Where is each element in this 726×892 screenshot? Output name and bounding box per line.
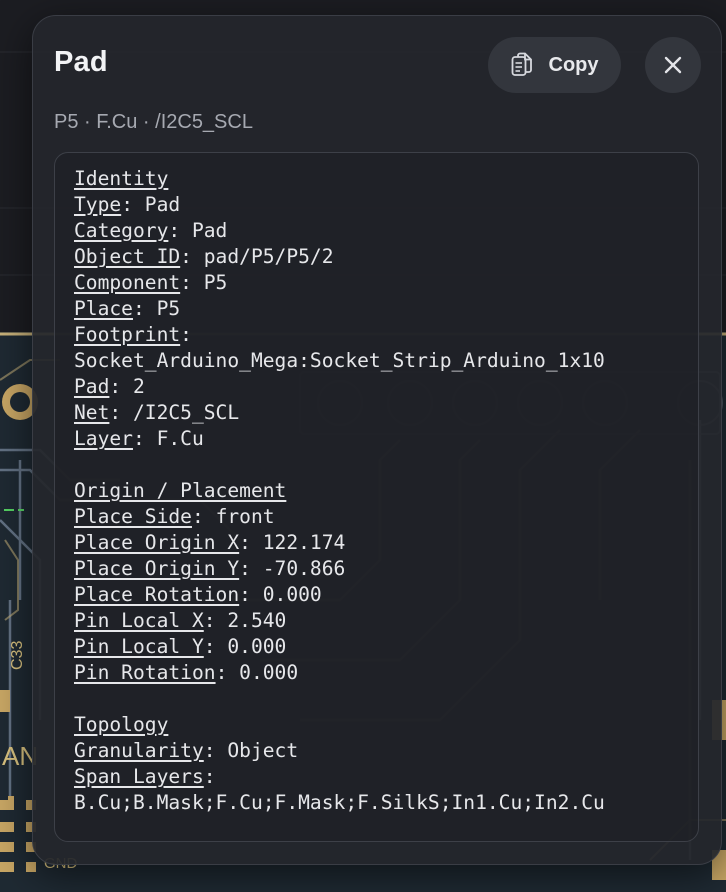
property-row: Pad: 2 (74, 374, 605, 400)
property-key: Span Layers (74, 765, 204, 788)
property-separator: : (168, 219, 192, 242)
property-row: Place Side: front (74, 504, 605, 530)
property-row: Object ID: pad/P5/P5/2 (74, 244, 605, 270)
property-row: Pin Local X: 2.540 (74, 608, 605, 634)
property-key: Place Origin X (74, 531, 240, 554)
property-row: Net: /I2C5_SCL (74, 400, 605, 426)
copy-label: Copy (548, 53, 599, 76)
property-separator: : (203, 609, 228, 632)
property-key: Category (74, 219, 169, 242)
property-key: Place (74, 297, 133, 320)
property-row: Place Rotation: 0.000 (74, 582, 605, 608)
property-row: Footprint: (74, 322, 605, 348)
property-separator: : (132, 427, 157, 450)
property-key: Type (74, 193, 122, 216)
property-value: B.Cu;B.Mask;F.Cu;F.Mask;F.SilkS;In1.Cu;I… (74, 791, 605, 814)
property-value: 0.000 (227, 635, 287, 658)
property-row: Category: Pad (74, 218, 605, 244)
property-separator: : (203, 739, 228, 762)
property-separator: : (239, 557, 263, 580)
property-value: Socket_Arduino_Mega:Socket_Strip_Arduino… (74, 349, 605, 372)
section-heading-row: Identity (74, 166, 605, 192)
property-row: Component: P5 (74, 270, 605, 296)
section-heading: Topology (74, 713, 169, 736)
close-icon (664, 56, 682, 74)
property-key: Place Rotation (74, 583, 240, 606)
property-row-continued: B.Cu;B.Mask;F.Cu;F.Mask;F.SilkS;In1.Cu;I… (74, 790, 605, 816)
property-separator: : (180, 271, 204, 294)
property-separator: : (180, 245, 204, 268)
copy-button[interactable]: Copy (488, 37, 621, 93)
property-key: Pin Local Y (74, 635, 204, 658)
property-row: Pin Local Y: 0.000 (74, 634, 605, 660)
panel-title: Pad (54, 46, 108, 78)
silk-label-c33: C33 (9, 641, 26, 670)
property-separator: : (132, 297, 157, 320)
property-value: P5 (156, 297, 181, 320)
property-key: Pin Rotation (74, 661, 216, 684)
property-separator: : (239, 531, 263, 554)
property-value: Pad (191, 219, 228, 242)
pad-inspector-panel: Pad Copy P5 · F.Cu · /I2C5_SCL Identity T… (32, 15, 722, 865)
property-row: Granularity: Object (74, 738, 605, 764)
property-separator: : (203, 765, 216, 788)
property-value: 2 (132, 375, 145, 398)
property-value: front (215, 505, 275, 528)
property-key: Place Origin Y (74, 557, 240, 580)
property-value: 122.174 (262, 531, 346, 554)
properties-box: Identity Type: Pad Category: Pad Object ID:… (54, 152, 699, 842)
property-row: Place: P5 (74, 296, 605, 322)
property-separator: : (121, 193, 145, 216)
section-heading-row: Origin / Placement (74, 478, 605, 504)
property-value: 0.000 (239, 661, 299, 684)
property-key: Layer (74, 427, 133, 450)
property-value: F.Cu (156, 427, 204, 450)
property-value: Object (227, 739, 299, 762)
property-separator: : (109, 401, 133, 424)
property-key: Footprint (74, 323, 181, 346)
property-value: 2.540 (227, 609, 287, 632)
property-row: Span Layers: (74, 764, 605, 790)
copy-icon (511, 52, 532, 76)
property-value: Pad (144, 193, 181, 216)
property-row: Pin Rotation: 0.000 (74, 660, 605, 686)
property-key: Net (74, 401, 110, 424)
properties-list: Identity Type: Pad Category: Pad Object ID:… (74, 166, 605, 816)
property-separator: : (239, 583, 263, 606)
property-separator: : (109, 375, 133, 398)
property-value: -70.866 (262, 557, 346, 580)
property-key: Object ID (74, 245, 181, 268)
property-separator: : (215, 661, 240, 684)
property-row: Place Origin Y: -70.866 (74, 556, 605, 582)
property-key: Pad (74, 375, 110, 398)
section-heading-row: Topology (74, 712, 605, 738)
property-key: Pin Local X (74, 609, 204, 632)
property-row: Place Origin X: 122.174 (74, 530, 605, 556)
property-row: Type: Pad (74, 192, 605, 218)
property-value: 0.000 (262, 583, 322, 606)
property-separator: : (180, 323, 192, 346)
property-row-continued: Socket_Arduino_Mega:Socket_Strip_Arduino… (74, 348, 605, 374)
panel-subtitle: P5 · F.Cu · /I2C5_SCL (54, 111, 253, 133)
property-key: Place Side (74, 505, 192, 528)
property-row: Layer: F.Cu (74, 426, 605, 452)
property-key: Granularity (74, 739, 204, 762)
section-heading: Origin / Placement (74, 479, 287, 502)
property-key: Component (74, 271, 181, 294)
property-value: /I2C5_SCL (132, 401, 240, 424)
property-separator: : (203, 635, 228, 658)
property-separator: : (191, 505, 216, 528)
section-heading: Identity (74, 167, 169, 190)
close-button[interactable] (645, 37, 701, 93)
property-value: P5 (203, 271, 228, 294)
property-value: pad/P5/P5/2 (203, 245, 334, 268)
